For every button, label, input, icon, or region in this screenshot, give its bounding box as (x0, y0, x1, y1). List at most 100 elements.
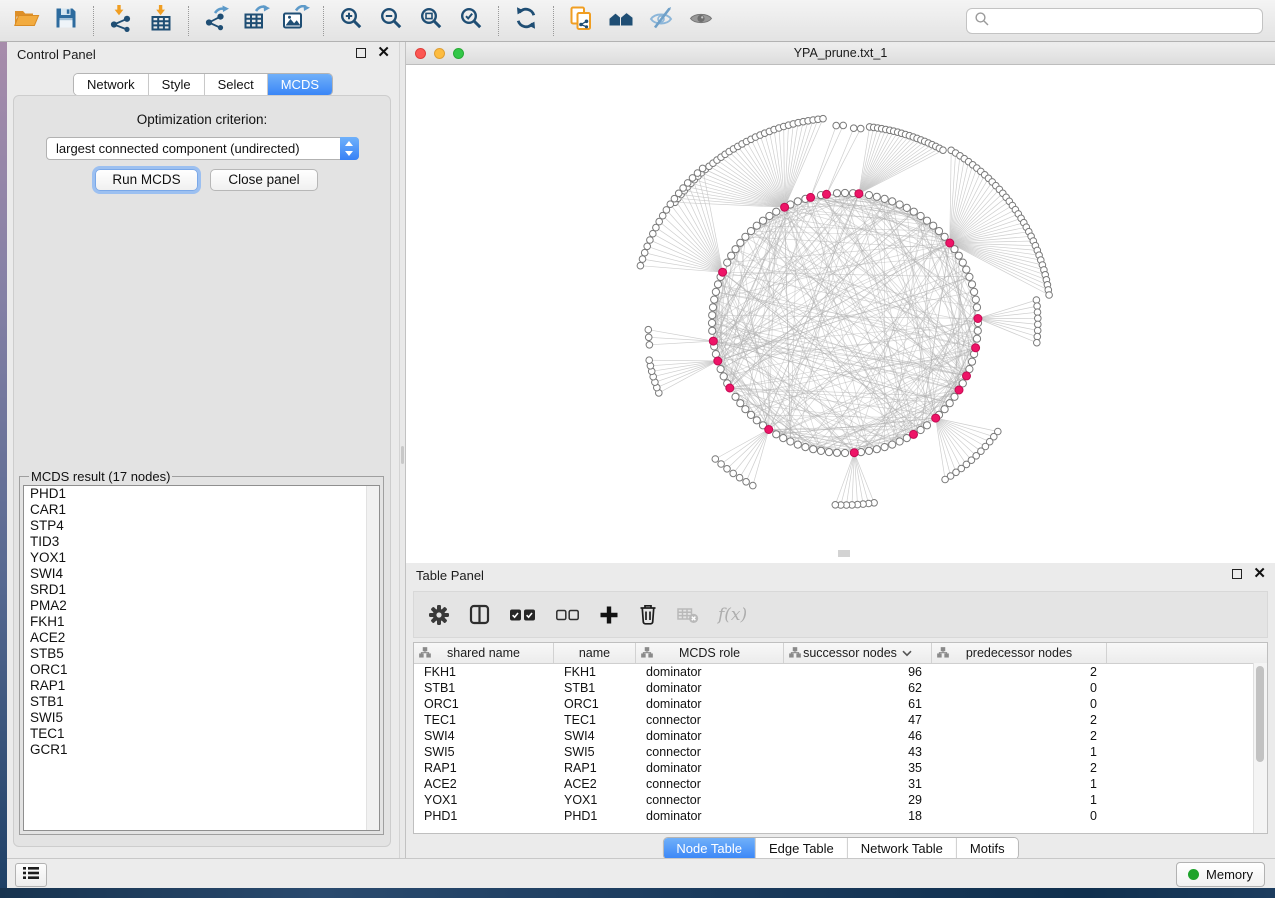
close-panel-icon[interactable]: ✕ (1253, 569, 1266, 579)
table-cell: 1 (932, 776, 1107, 792)
control-panel-tabs: NetworkStyleSelectMCDS (73, 73, 333, 96)
first-neighbors-button[interactable] (601, 3, 641, 39)
column-header-MCDS-role[interactable]: MCDS role (636, 643, 784, 663)
select-all-icon[interactable] (509, 607, 536, 623)
table-cell: 31 (784, 776, 932, 792)
copy-network-button[interactable] (561, 3, 601, 39)
table-scrollbar-thumb[interactable] (1256, 666, 1264, 762)
search-field[interactable] (966, 8, 1263, 34)
zoom-out-button[interactable] (371, 3, 411, 39)
criterion-dropdown[interactable]: largest connected component (undirected) (46, 137, 359, 160)
mcds-result-item[interactable]: SWI4 (24, 566, 379, 582)
zoom-in-button[interactable] (331, 3, 371, 39)
panel-splitter[interactable] (399, 42, 406, 858)
table-row[interactable]: FKH1FKH1dominator962 (414, 664, 1267, 680)
mcds-result-item[interactable]: YOX1 (24, 550, 379, 566)
search-input[interactable] (990, 13, 1262, 30)
mcds-list-scrollbar[interactable] (366, 486, 379, 830)
close-panel-button[interactable]: Close panel (210, 169, 318, 191)
table-row[interactable]: ORC1ORC1dominator610 (414, 696, 1267, 712)
zoom-fit-button[interactable] (411, 3, 451, 39)
table-cell: connector (636, 712, 784, 728)
mcds-result-item[interactable]: SRD1 (24, 582, 379, 598)
table-cell: STB1 (554, 680, 636, 696)
window-maximize-icon[interactable] (453, 48, 464, 59)
network-splitter-handle-icon[interactable] (838, 550, 850, 557)
table-cell: ACE2 (414, 776, 554, 792)
column-type-icon (641, 647, 653, 661)
table-row[interactable]: RAP1RAP1dominator352 (414, 760, 1267, 776)
float-panel-icon[interactable] (356, 48, 366, 58)
show-all-button[interactable] (681, 3, 721, 39)
mcds-result-item[interactable]: TID3 (24, 534, 379, 550)
table-row[interactable]: SWI4SWI4dominator462 (414, 728, 1267, 744)
float-panel-icon[interactable] (1232, 569, 1242, 579)
table-tab-node-table[interactable]: Node Table (663, 838, 756, 859)
mcds-result-item[interactable]: CAR1 (24, 502, 379, 518)
task-history-button[interactable] (15, 863, 47, 887)
export-table-button[interactable] (236, 3, 276, 39)
deselect-all-icon[interactable] (555, 607, 580, 623)
column-header-predecessor-nodes[interactable]: predecessor nodes (932, 643, 1107, 663)
delete-column-icon[interactable] (638, 603, 658, 626)
mcds-result-item[interactable]: ORC1 (24, 662, 379, 678)
table-cell: connector (636, 792, 784, 808)
mcds-result-item[interactable]: STB5 (24, 646, 379, 662)
function-builder-icon[interactable]: f(x) (718, 605, 747, 625)
table-cell: dominator (636, 728, 784, 744)
mcds-result-item[interactable]: FKH1 (24, 614, 379, 630)
mcds-result-item[interactable]: RAP1 (24, 678, 379, 694)
column-layout-icon[interactable] (469, 604, 490, 625)
import-table-button[interactable] (141, 3, 181, 39)
table-scrollbar[interactable] (1253, 663, 1267, 833)
mcds-result-item[interactable]: SWI5 (24, 710, 379, 726)
window-minimize-icon[interactable] (434, 48, 445, 59)
network-window-titlebar[interactable]: YPA_prune.txt_1 (406, 44, 1275, 65)
column-header-name[interactable]: name (554, 643, 636, 663)
close-panel-icon[interactable]: ✕ (377, 48, 390, 58)
tab-mcds[interactable]: MCDS (268, 74, 332, 95)
table-row[interactable]: PHD1PHD1dominator180 (414, 808, 1267, 824)
zoom-selected-button[interactable] (451, 3, 491, 39)
save-session-button[interactable] (46, 3, 86, 39)
mcds-result-item[interactable]: PHD1 (24, 486, 379, 502)
open-file-button[interactable] (6, 3, 46, 39)
mcds-result-item[interactable]: STB1 (24, 694, 379, 710)
mcds-result-item[interactable]: STP4 (24, 518, 379, 534)
run-mcds-button[interactable]: Run MCDS (95, 169, 198, 191)
table-row[interactable]: SWI5SWI5connector431 (414, 744, 1267, 760)
table-row[interactable]: YOX1YOX1connector291 (414, 792, 1267, 808)
table-cell: ACE2 (554, 776, 636, 792)
table-row[interactable]: TEC1TEC1connector472 (414, 712, 1267, 728)
hide-selected-button[interactable] (641, 3, 681, 39)
table-row[interactable]: STB1STB1dominator620 (414, 680, 1267, 696)
table-body: FKH1FKH1dominator962STB1STB1dominator620… (414, 664, 1267, 824)
refresh-button[interactable] (506, 3, 546, 39)
delete-table-icon[interactable] (677, 605, 699, 624)
table-row[interactable]: ACE2ACE2connector311 (414, 776, 1267, 792)
desktop-wallpaper-bottom (0, 888, 1275, 898)
tab-style[interactable]: Style (149, 74, 205, 95)
tab-network[interactable]: Network (74, 74, 149, 95)
tab-select[interactable]: Select (205, 74, 268, 95)
settings-gear-icon[interactable] (428, 604, 450, 626)
table-tab-edge-table[interactable]: Edge Table (756, 838, 848, 859)
column-header-successor-nodes[interactable]: successor nodes (784, 643, 932, 663)
mcds-result-item[interactable]: ACE2 (24, 630, 379, 646)
table-tab-motifs[interactable]: Motifs (957, 838, 1018, 859)
table-cell: 46 (784, 728, 932, 744)
memory-button[interactable]: Memory (1176, 862, 1265, 887)
import-network-button[interactable] (101, 3, 141, 39)
add-column-icon[interactable] (599, 605, 619, 625)
mcds-result-item[interactable]: GCR1 (24, 742, 379, 758)
desktop-wallpaper-left (0, 42, 7, 888)
column-header-shared-name[interactable]: shared name (414, 643, 554, 663)
mcds-result-item[interactable]: PMA2 (24, 598, 379, 614)
mcds-result-item[interactable]: TEC1 (24, 726, 379, 742)
mcds-result-list[interactable]: PHD1CAR1STP4TID3YOX1SWI4SRD1PMA2FKH1ACE2… (23, 485, 380, 831)
network-canvas[interactable] (406, 65, 1275, 564)
window-close-icon[interactable] (415, 48, 426, 59)
export-network-button[interactable] (196, 3, 236, 39)
export-image-button[interactable] (276, 3, 316, 39)
table-tab-network-table[interactable]: Network Table (848, 838, 957, 859)
